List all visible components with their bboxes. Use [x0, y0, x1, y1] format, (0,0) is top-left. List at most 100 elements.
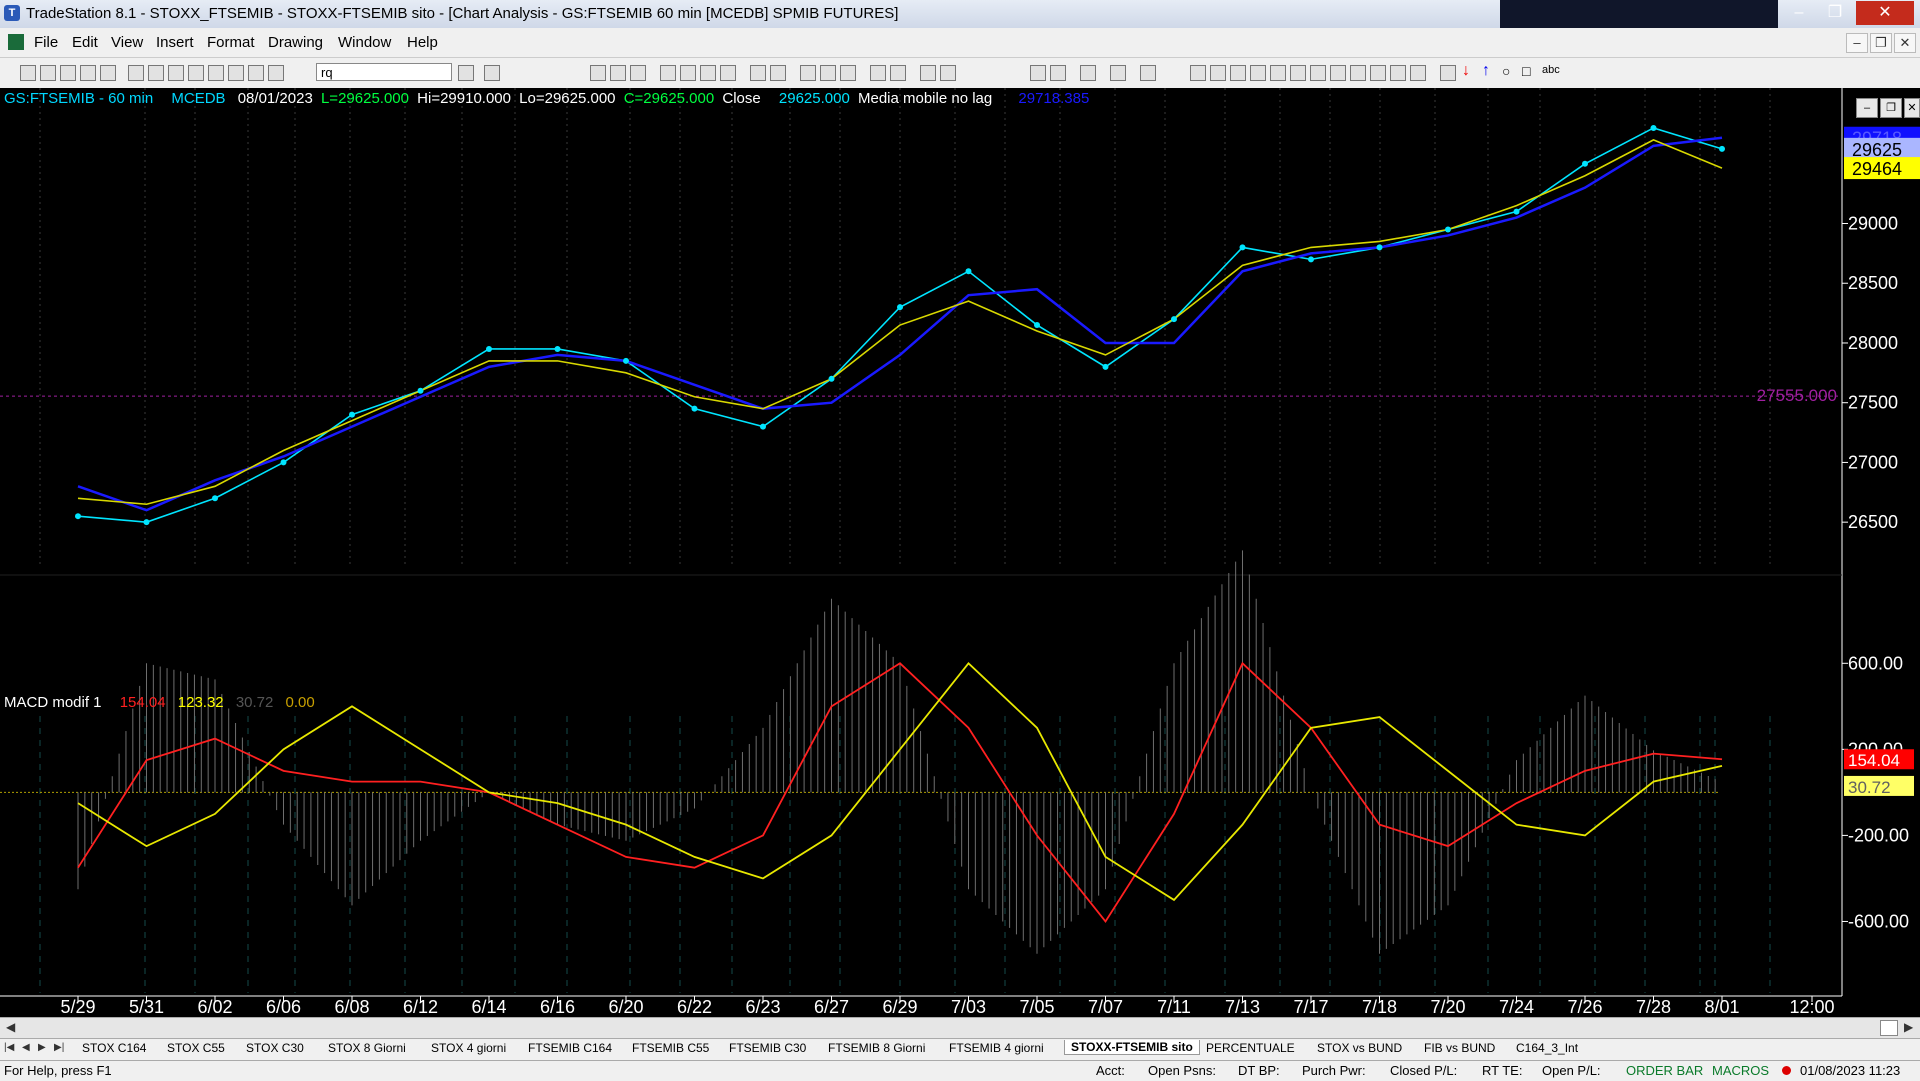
andrews-pitchfork-icon[interactable] [1270, 65, 1286, 81]
gann-fan-icon[interactable] [1310, 65, 1326, 81]
tab-ftsemib-c30[interactable]: FTSEMIB C30 [729, 1041, 806, 1055]
paintbar-icon[interactable] [700, 65, 716, 81]
menu-format[interactable]: Format [207, 34, 255, 51]
workspace-icon[interactable] [60, 65, 76, 81]
status-order-bar[interactable]: ORDER BAR [1626, 1063, 1703, 1078]
pencil-icon[interactable] [1410, 65, 1426, 81]
dropdown-arrow-icon[interactable] [458, 65, 474, 81]
magnify-icon[interactable] [920, 65, 936, 81]
tab-percentuale[interactable]: PERCENTUALE [1206, 1041, 1295, 1055]
restore-icon[interactable]: ❐ [1820, 1, 1850, 25]
symbol-go-icon[interactable] [484, 65, 500, 81]
rectangle-icon[interactable]: □ [1522, 63, 1530, 79]
child-minimize-icon[interactable]: – [1846, 33, 1868, 53]
line-chart-icon[interactable] [630, 65, 646, 81]
cycle-icon[interactable] [1390, 65, 1406, 81]
time-tick-label: 7/28 [1636, 997, 1671, 1017]
scroll-thumb[interactable] [1880, 1020, 1898, 1036]
tab-stox-vs-bund[interactable]: STOX vs BUND [1317, 1041, 1402, 1055]
minimize-icon[interactable]: – [1784, 1, 1814, 25]
tab-stox-4-giorni[interactable]: STOX 4 giorni [431, 1041, 506, 1055]
tab-stox-c30[interactable]: STOX C30 [246, 1041, 304, 1055]
arc-icon[interactable] [1370, 65, 1386, 81]
chart-svg[interactable]: 27555.000 29000 28500 28000 27500 27000 26500 2… [0, 88, 1920, 1017]
tab-stox-c55[interactable]: STOX C55 [167, 1041, 225, 1055]
subchart-close-icon[interactable]: ✕ [1904, 98, 1920, 118]
chart-area[interactable]: 27555.000 29000 28500 28000 27500 27000 26500 2… [0, 88, 1920, 1025]
fibonacci-icon[interactable] [1250, 65, 1266, 81]
tab-stox-c164[interactable]: STOX C164 [82, 1041, 146, 1055]
tab-fib-vs-bund[interactable]: FIB vs BUND [1424, 1041, 1495, 1055]
regression-icon[interactable] [1330, 65, 1346, 81]
text-tool-icon[interactable]: abc [1542, 64, 1560, 76]
tab-prev-icon[interactable]: ◀ [22, 1042, 30, 1053]
tab-first-icon[interactable]: |◀ [4, 1042, 14, 1053]
calculator-icon[interactable] [1140, 65, 1156, 81]
menu-drawing[interactable]: Drawing [268, 34, 323, 51]
radar-icon[interactable] [188, 65, 204, 81]
tab-stoxx-ftsemib-sito[interactable]: STOXX-FTSEMIB sito [1064, 1040, 1200, 1055]
subchart-restore-icon[interactable]: ❐ [1880, 98, 1902, 118]
menu-window[interactable]: Window [338, 34, 391, 51]
zoom-out-icon-2[interactable] [940, 65, 956, 81]
arrow-down-icon[interactable]: ↓ [1462, 62, 1470, 80]
menu-edit[interactable]: Edit [72, 34, 98, 51]
folder-icon[interactable] [100, 65, 116, 81]
horizontal-scrollbar[interactable]: ◀ ▶ [0, 1017, 1920, 1038]
bar-type-icon[interactable] [590, 65, 606, 81]
space-right-icon[interactable] [890, 65, 906, 81]
child-close-icon[interactable]: ✕ [1894, 33, 1916, 53]
lock-icon[interactable] [208, 65, 224, 81]
scroll-right-icon[interactable] [840, 65, 856, 81]
order-icon[interactable] [1110, 65, 1126, 81]
tab-ftsemib-c164[interactable]: FTSEMIB C164 [528, 1041, 612, 1055]
ellipse-icon[interactable]: ○ [1502, 63, 1510, 79]
scroll-left-icon[interactable] [820, 65, 836, 81]
new-icon[interactable] [20, 65, 36, 81]
crosshair-icon[interactable] [1050, 65, 1066, 81]
print-icon[interactable] [128, 65, 144, 81]
tools-icon[interactable] [1080, 65, 1096, 81]
tab-c164-3-int[interactable]: C164_3_Int [1516, 1041, 1578, 1055]
scroll-left-arrow-icon[interactable]: ◀ [6, 1020, 15, 1034]
globe-icon[interactable] [248, 65, 264, 81]
zoom-out-icon[interactable] [770, 65, 786, 81]
tab-stox-8-giorni[interactable]: STOX 8 Giorni [328, 1041, 406, 1055]
open-icon[interactable] [40, 65, 56, 81]
showme-icon[interactable] [720, 65, 736, 81]
child-restore-icon[interactable]: ❐ [1870, 33, 1892, 53]
channel-icon[interactable] [1350, 65, 1366, 81]
curve-icon[interactable] [1440, 65, 1456, 81]
vertical-line-icon[interactable] [1210, 65, 1226, 81]
tab-last-icon[interactable]: ▶| [54, 1042, 64, 1053]
copy-icon[interactable] [80, 65, 96, 81]
symbol-link-icon[interactable] [268, 65, 284, 81]
tab-next-icon[interactable]: ▶ [38, 1042, 46, 1053]
menu-view[interactable]: View [111, 34, 143, 51]
subchart-minimize-icon[interactable]: – [1856, 98, 1878, 118]
print-preview-icon[interactable] [148, 65, 164, 81]
horizontal-line-icon[interactable] [1230, 65, 1246, 81]
bar-spacing-icon[interactable] [870, 65, 886, 81]
trendline-icon[interactable] [1190, 65, 1206, 81]
scroll-right-arrow-icon[interactable]: ▶ [1904, 1020, 1913, 1034]
close-icon[interactable]: ✕ [1856, 1, 1914, 25]
strategy-icon[interactable] [680, 65, 696, 81]
tab-ftsemib-8-giorni[interactable]: FTSEMIB 8 Giorni [828, 1041, 925, 1055]
menu-help[interactable]: Help [407, 34, 438, 51]
pointer-icon[interactable] [1030, 65, 1046, 81]
menu-file[interactable]: File [34, 34, 58, 51]
symbol-input[interactable]: rq [316, 63, 452, 81]
tab-ftsemib-c55[interactable]: FTSEMIB C55 [632, 1041, 709, 1055]
status-macros[interactable]: MACROS [1712, 1063, 1769, 1078]
chart-icon[interactable] [168, 65, 184, 81]
indicator-icon[interactable] [660, 65, 676, 81]
arrow-up-icon[interactable]: ↑ [1482, 62, 1490, 80]
tab-ftsemib-4-giorni[interactable]: FTSEMIB 4 giorni [949, 1041, 1044, 1055]
candle-icon[interactable] [610, 65, 626, 81]
speedline-icon[interactable] [1290, 65, 1306, 81]
data-window-icon[interactable] [800, 65, 816, 81]
macro-icon[interactable] [228, 65, 244, 81]
menu-insert[interactable]: Insert [156, 34, 194, 51]
zoom-in-icon[interactable] [750, 65, 766, 81]
